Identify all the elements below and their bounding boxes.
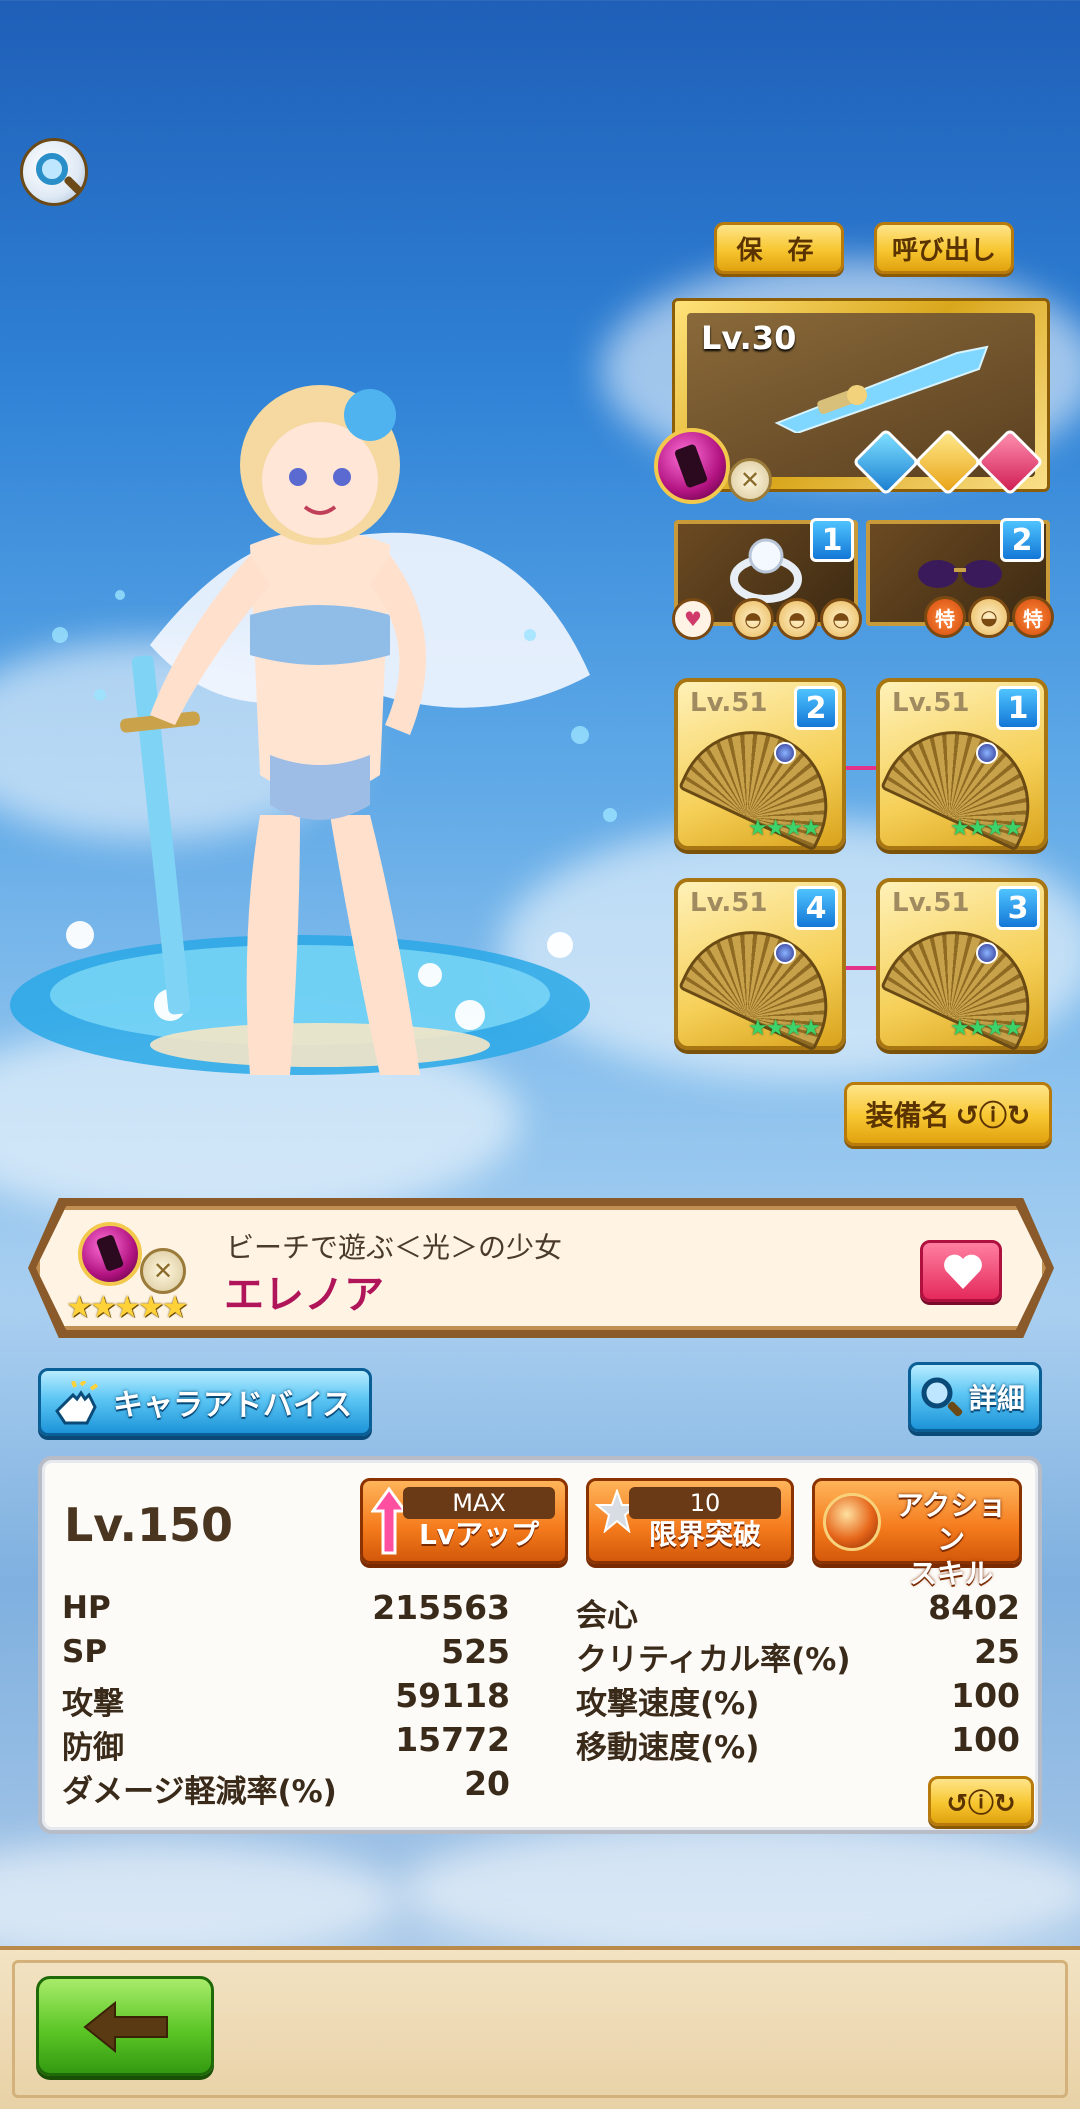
back-button[interactable] — [36, 1976, 214, 2076]
level-up-label: Lvアップ — [418, 1518, 540, 1551]
stat-label: クリティカル率(%) — [576, 1642, 851, 1678]
limit-break-button[interactable]: 10 限界突破 — [586, 1478, 794, 1564]
stat-value: 100 — [951, 1720, 1020, 1759]
character-name-panel — [36, 1206, 1046, 1330]
equipment-slot-number: 2 — [794, 686, 838, 730]
character-level: Lv.150 — [64, 1498, 234, 1552]
stat-value: 25 — [974, 1632, 1020, 1671]
stat-label: ダメージ軽減率(%) — [62, 1774, 337, 1810]
character-name: エレノア — [224, 1272, 384, 1318]
equipment-slot[interactable]: Lv.51 2 ★★★★ — [674, 678, 852, 852]
link-line — [846, 766, 876, 770]
equipment-slot-number: 1 — [996, 686, 1040, 730]
equipment-level: Lv.51 — [892, 888, 970, 918]
equipment-slot[interactable]: Lv.51 1 ★★★★ — [876, 678, 1054, 852]
ring-icon — [730, 538, 802, 603]
back-arrow-icon — [83, 2001, 168, 2053]
equipment-name-toggle-button[interactable]: 装備名 ↺ⓘ↻ — [844, 1082, 1052, 1146]
search-icon — [921, 1377, 963, 1417]
hand-pointer-icon — [55, 1381, 99, 1425]
equipment-stars: ★★★★ — [950, 816, 1023, 841]
action-skill-label-1: アクション — [895, 1489, 1007, 1556]
link-line — [846, 966, 876, 970]
stat-label: SP — [62, 1634, 108, 1670]
heart-icon: ♥ — [672, 598, 714, 640]
weapon-type-icon — [654, 428, 730, 504]
character-illustration — [10, 385, 617, 1075]
equipment-name-label: 装備名 — [865, 1099, 950, 1132]
action-skill-icon — [823, 1493, 881, 1551]
stat-value: 20 — [464, 1764, 510, 1803]
accessory-slot-number: 1 — [810, 518, 854, 562]
chip-icon: ◓ — [732, 598, 774, 640]
action-skill-button[interactable]: アクション スキル — [812, 1478, 1022, 1590]
character-type-icon — [78, 1222, 142, 1286]
action-skill-label-2: スキル — [908, 1557, 993, 1590]
stat-label: HP — [62, 1590, 111, 1626]
info-icon: ↺ⓘ↻ — [946, 1788, 1016, 1819]
equipment-slot[interactable]: Lv.51 4 ★★★★ — [674, 878, 852, 1052]
weapon-element-icon: ✕ — [728, 458, 772, 502]
stat-value: 100 — [951, 1676, 1020, 1715]
equipment-level: Lv.51 — [690, 888, 768, 918]
level-up-button[interactable]: MAX Lvアップ — [360, 1478, 568, 1564]
equipment-stars: ★★★★ — [748, 1016, 821, 1041]
special-badge: 特 — [924, 596, 966, 638]
favorite-lock-button[interactable] — [920, 1240, 1002, 1302]
limit-break-label: 限界突破 — [648, 1518, 761, 1551]
glasses-icon — [918, 560, 1002, 588]
accessory-slot-number: 2 — [1000, 518, 1044, 562]
stat-value: 8402 — [928, 1588, 1020, 1627]
equipment-level: Lv.51 — [892, 688, 970, 718]
character-rarity: ★★★★★ — [66, 1290, 188, 1325]
equipment-slot-number: 3 — [996, 886, 1040, 930]
character-subtitle: ビーチで遊ぶ＜光＞の少女 — [226, 1231, 563, 1264]
chip-icon: ◓ — [776, 598, 818, 640]
detail-label: 詳細 — [969, 1382, 1026, 1415]
stat-value: 59118 — [395, 1676, 510, 1715]
info-icon: ↺ⓘ↻ — [955, 1099, 1031, 1132]
character-advice-button[interactable]: キャラアドバイス — [38, 1368, 372, 1436]
stat-label: 移動速度(%) — [576, 1730, 760, 1766]
character-element-icon: ✕ — [140, 1248, 186, 1294]
load-button[interactable]: 呼び出し — [874, 222, 1014, 274]
stats-info-toggle-button[interactable]: ↺ⓘ↻ — [928, 1776, 1034, 1826]
equipment-slot-number: 4 — [794, 886, 838, 930]
stat-label: 攻撃速度(%) — [576, 1686, 760, 1722]
detail-button[interactable]: 詳細 — [908, 1362, 1042, 1432]
advice-label: キャラアドバイス — [113, 1388, 353, 1423]
equipment-stars: ★★★★ — [950, 1016, 1023, 1041]
zoom-illustration-button[interactable] — [20, 138, 88, 206]
muscle-icon: ◒ — [968, 596, 1010, 638]
stat-label: 会心 — [576, 1598, 638, 1634]
special-badge: 特 — [1012, 596, 1054, 638]
equipment-level: Lv.51 — [690, 688, 768, 718]
sword-icon — [774, 345, 989, 433]
chip-icon: ◓ — [820, 598, 862, 640]
heart-icon — [943, 1253, 983, 1289]
equipment-stars: ★★★★ — [748, 816, 821, 841]
stat-label: 防御 — [62, 1730, 124, 1766]
equipment-slot[interactable]: Lv.51 3 ★★★★ — [876, 878, 1054, 1052]
save-button[interactable]: 保 存 — [714, 222, 844, 274]
stat-value: 15772 — [395, 1720, 510, 1759]
stat-value: 215563 — [372, 1588, 510, 1627]
stat-label: 攻撃 — [62, 1686, 124, 1722]
stat-value: 525 — [441, 1632, 510, 1671]
